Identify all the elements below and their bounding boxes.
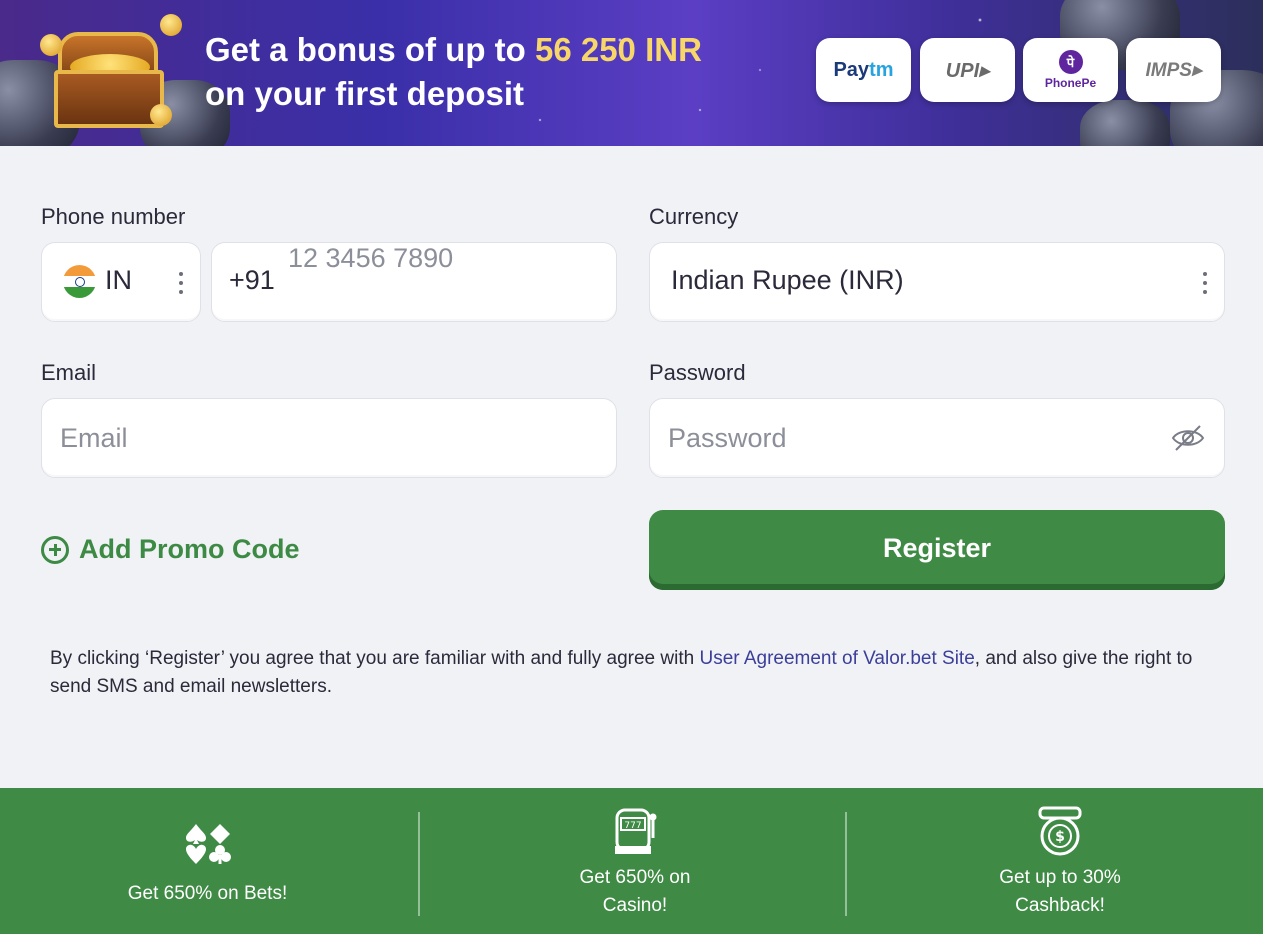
footer-divider: [845, 812, 847, 916]
add-promo-code-label: Add Promo Code: [79, 534, 300, 564]
benefit-cashback: $ Get up to 30% Cashback!: [950, 788, 1170, 934]
banner-bonus-amount: 56 250 INR: [534, 31, 702, 68]
banner-rock: [1080, 100, 1170, 146]
dial-code: +91: [229, 265, 275, 295]
phone-input[interactable]: [288, 243, 598, 274]
slot-machine-icon: 777: [615, 808, 657, 854]
country-code: IN: [105, 265, 132, 295]
benefit-bets: Get 650% on Bets!: [60, 788, 355, 934]
india-flag-icon: [63, 265, 96, 298]
benefit-cashback-label: Get up to 30% Cashback!: [999, 867, 1121, 916]
benefit-casino-label: Get 650% on Casino!: [579, 867, 691, 916]
add-promo-code-button[interactable]: Add Promo Code: [41, 534, 300, 565]
paytm-badge: Paytm: [816, 38, 911, 102]
currency-label: Currency: [649, 204, 739, 229]
kebab-menu-icon: [1203, 272, 1207, 294]
banner-title-line2: on your first deposit: [205, 75, 525, 112]
user-agreement-link[interactable]: User Agreement of Valor.bet Site: [699, 648, 974, 669]
benefits-footer: Get 650% on Bets! 777 Get 650% on Casino…: [0, 788, 1263, 934]
promo-banner: Get a bonus of up to 56 250 INR on your …: [0, 0, 1263, 146]
treasure-chest-icon: [40, 14, 182, 134]
upi-logo-icon: UPI▸: [945, 59, 990, 82]
imps-badge: IMPS▸: [1126, 38, 1221, 102]
password-label: Password: [649, 360, 746, 385]
paytm-logo-icon: Paytm: [833, 58, 894, 81]
plus-circle-icon: [41, 535, 69, 564]
currency-value: Indian Rupee (INR): [671, 265, 904, 295]
terms-text: By clicking ‘Register’ you agree that yo…: [50, 645, 1220, 701]
phone-number-label: Phone number: [41, 204, 186, 229]
email-input[interactable]: [60, 399, 616, 477]
svg-text:$: $: [1055, 829, 1065, 845]
password-field[interactable]: [649, 398, 1225, 478]
password-input[interactable]: [668, 399, 1154, 477]
phonepe-label: PhonePe: [1044, 76, 1097, 90]
terms-before: By clicking ‘Register’ you agree that yo…: [50, 648, 700, 669]
currency-select[interactable]: Indian Rupee (INR): [649, 242, 1225, 322]
banner-title-prefix: Get a bonus of up to: [205, 31, 535, 68]
register-button[interactable]: Register: [649, 510, 1225, 590]
card-suits-icon: [185, 824, 231, 864]
imps-logo-icon: IMPS▸: [1145, 59, 1202, 81]
benefit-bets-label: Get 650% on Bets!: [127, 883, 288, 904]
country-select[interactable]: IN: [41, 242, 201, 322]
eye-off-icon[interactable]: [1170, 423, 1206, 453]
upi-badge: UPI▸: [920, 38, 1015, 102]
phonepe-badge: पे PhonePe: [1023, 38, 1118, 102]
cashback-chip-icon: $: [1038, 806, 1082, 856]
footer-divider: [418, 812, 420, 916]
email-label: Email: [41, 360, 97, 385]
banner-title: Get a bonus of up to 56 250 INR on your …: [205, 28, 702, 116]
benefit-casino: 777 Get 650% on Casino!: [525, 788, 745, 934]
phone-field[interactable]: +91: [211, 242, 617, 322]
svg-text:777: 777: [624, 821, 641, 831]
kebab-menu-icon: [179, 272, 183, 294]
phonepe-logo-icon: पे: [1058, 50, 1083, 74]
email-field[interactable]: [41, 398, 617, 478]
